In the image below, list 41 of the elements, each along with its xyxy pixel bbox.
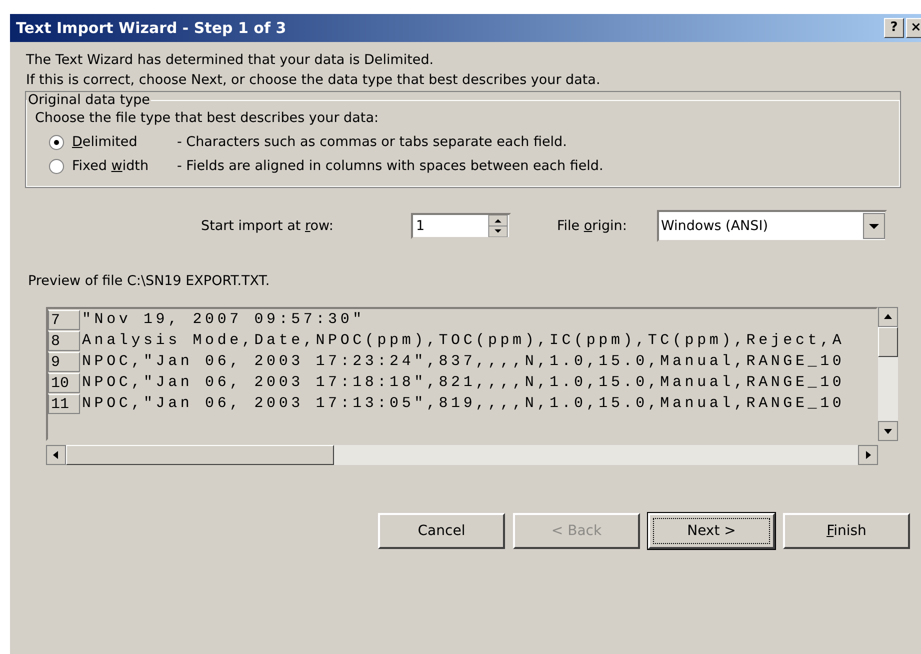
preview-line: NPOC,"Jan 06, 2003 17:13:05",819,,,,N,1.0,15.0,Manual,RANGE_10 <box>81 395 845 412</box>
intro-text: The Text Wizard has determined that your data is Delimited. <box>26 52 435 68</box>
prompt-text: Choose the file type that best describes your data: <box>35 110 380 126</box>
dialog-button[interactable]: Next > <box>648 513 775 549</box>
radio-label[interactable]: Delimited <box>72 134 177 150</box>
row-number: 8 <box>48 330 80 350</box>
start-row-label: Start import at row: <box>201 218 334 234</box>
file-origin-label: File origin: <box>557 218 628 234</box>
row-number: 10 <box>48 372 80 392</box>
horizontal-scrollbar[interactable] <box>46 445 878 465</box>
group-legend: Original data type <box>27 92 151 108</box>
radio-label[interactable]: Fixed width <box>72 158 177 174</box>
option-description: - Fields are aligned in columns with spaces between each field. <box>177 158 604 174</box>
file-origin-dropdown[interactable]: Windows (ANSI) <box>657 210 887 242</box>
radio-button[interactable] <box>49 158 64 174</box>
row-number: 11 <box>48 394 80 414</box>
dialog-button[interactable]: Cancel <box>378 513 505 549</box>
preview-line: NPOC,"Jan 06, 2003 17:18:18",821,,,,N,1.0,15.0,Manual,RANGE_10 <box>81 374 845 391</box>
option-description: - Characters such as commas or tabs separate each field. <box>177 134 567 150</box>
radio-button[interactable] <box>49 134 64 150</box>
vertical-scrollbar[interactable] <box>878 307 898 441</box>
scroll-up-icon[interactable] <box>878 307 898 327</box>
row-number: 7 <box>48 310 80 330</box>
window-title: Text Import Wizard - Step 1 of 3 <box>16 19 286 37</box>
intro-text: If this is correct, choose Next, or choose the data type that best describes your data. <box>26 72 602 88</box>
scroll-down-icon[interactable] <box>878 421 898 441</box>
preview-line: NPOC,"Jan 06, 2003 17:23:24",837,,,,N,1.0,15.0,Manual,RANGE_10 <box>81 353 845 370</box>
preview-line: "Nov 19, 2007 09:57:30" <box>81 311 365 328</box>
scroll-thumb[interactable] <box>878 327 898 357</box>
help-button[interactable]: ? <box>884 18 904 38</box>
scroll-right-icon[interactable] <box>858 445 878 465</box>
row-number: 9 <box>48 352 80 372</box>
scroll-thumb[interactable] <box>66 445 334 465</box>
dialog-button[interactable]: Finish <box>783 513 910 549</box>
spin-down-icon[interactable] <box>487 226 509 237</box>
start-row-spinbox[interactable]: 1 <box>411 213 511 239</box>
preview-caption: Preview of file C:\SN19 EXPORT.TXT. <box>28 273 271 289</box>
scroll-left-icon[interactable] <box>46 445 66 465</box>
spin-up-icon[interactable] <box>487 215 509 226</box>
close-button[interactable]: × <box>906 18 921 38</box>
preview-line: Analysis Mode,Date,NPOC(ppm),TOC(ppm),IC(ppm),TC(ppm),Reject,A <box>81 332 845 349</box>
